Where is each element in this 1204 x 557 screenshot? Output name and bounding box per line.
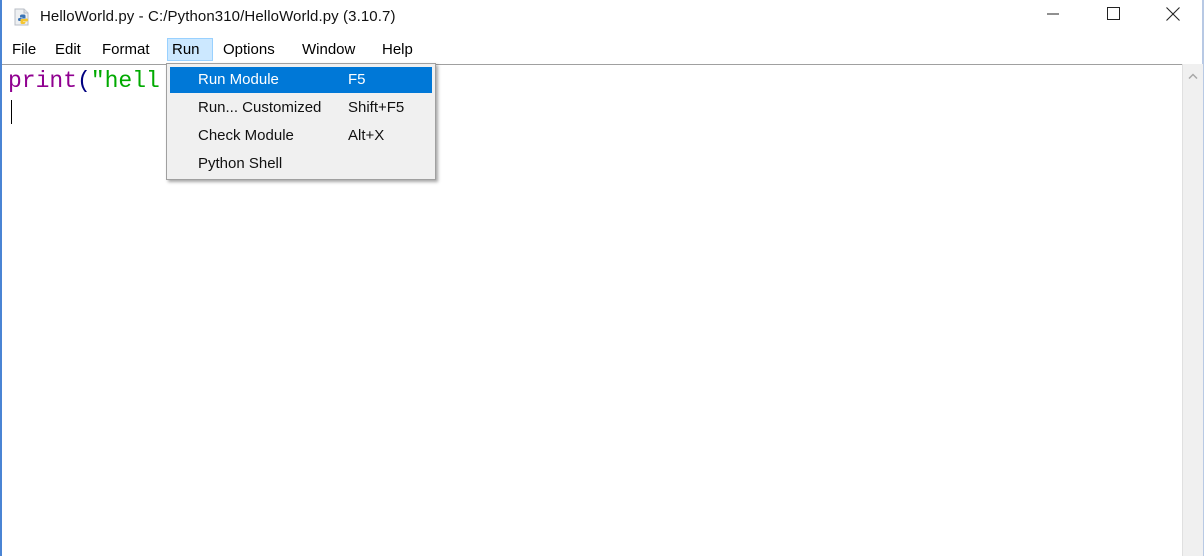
minimize-button[interactable] <box>1024 0 1082 32</box>
menu-item-label: Run... Customized <box>198 99 322 116</box>
menu-bar: File Edit Format Run Options Window Help <box>2 36 1202 62</box>
menu-options[interactable]: Options <box>219 38 279 61</box>
menu-item-accelerator: Alt+X <box>348 127 385 144</box>
menu-run[interactable]: Run <box>167 38 213 61</box>
menu-item-check-module[interactable]: Check Module Alt+X <box>170 123 432 149</box>
scroll-up-button[interactable] <box>1183 64 1203 86</box>
run-menu-dropdown: Run Module F5 Run... Customized Shift+F5… <box>166 63 436 180</box>
menu-item-run-customized[interactable]: Run... Customized Shift+F5 <box>170 95 432 121</box>
menu-item-accelerator: F5 <box>348 71 366 88</box>
menu-format[interactable]: Format <box>98 38 154 61</box>
maximize-icon <box>1106 7 1120 25</box>
menu-item-python-shell[interactable]: Python Shell <box>170 151 432 177</box>
menu-help[interactable]: Help <box>378 38 417 61</box>
menu-edit[interactable]: Edit <box>51 38 85 61</box>
menu-item-run-module[interactable]: Run Module F5 <box>170 67 432 93</box>
close-icon <box>1166 6 1180 26</box>
title-bar: HelloWorld.py - C:/Python310/HelloWorld.… <box>2 0 1202 34</box>
menu-item-label: Run Module <box>198 71 279 88</box>
text-caret <box>11 100 12 124</box>
menu-item-label: Check Module <box>198 127 294 144</box>
code-token-builtin: print <box>8 68 78 94</box>
minimize-icon <box>1047 7 1059 25</box>
menu-item-accelerator: Shift+F5 <box>348 99 405 116</box>
menu-item-label: Python Shell <box>198 155 283 172</box>
window-title: HelloWorld.py - C:/Python310/HelloWorld.… <box>40 8 396 25</box>
menu-file[interactable]: File <box>8 38 40 61</box>
menu-window[interactable]: Window <box>298 38 359 61</box>
close-button[interactable] <box>1144 0 1202 32</box>
code-token-string: "hell <box>90 68 160 94</box>
chevron-up-icon <box>1188 66 1198 84</box>
code-line-1: print("hell <box>8 68 160 94</box>
maximize-button[interactable] <box>1084 0 1142 32</box>
code-token-paren: ( <box>77 68 91 94</box>
python-file-icon <box>13 8 31 26</box>
vertical-scrollbar[interactable] <box>1182 64 1203 556</box>
